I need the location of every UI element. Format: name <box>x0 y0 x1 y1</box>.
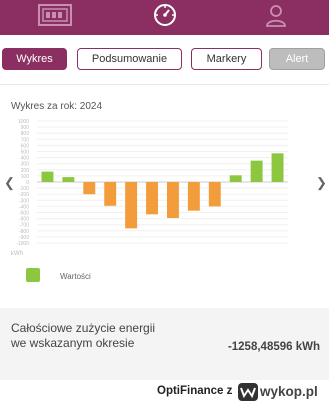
chart-bar <box>125 182 138 229</box>
bar-chart: 10009008007006005004003002001000-100-200… <box>11 119 288 282</box>
legend-label: Wartości <box>60 272 91 281</box>
y-tick-label: 900 <box>21 125 30 131</box>
y-tick-label: -600 <box>19 217 29 223</box>
y-tick-label: -500 <box>19 211 29 217</box>
chart-bar <box>166 182 179 218</box>
y-tick-label: 1000 <box>18 119 29 125</box>
view-tabs: Wykres Podsumowanie Markery Alert <box>0 48 329 72</box>
y-tick-label: -100 <box>19 186 29 192</box>
chart-bar <box>208 182 221 207</box>
tab-podsumowanie[interactable]: Podsumowanie <box>77 48 182 70</box>
y-tick-label: -700 <box>19 223 29 229</box>
y-tick-label: -400 <box>19 204 29 210</box>
y-tick-label: -1000 <box>16 241 29 247</box>
chart-bar <box>250 160 263 182</box>
y-tick-label: -300 <box>19 198 29 204</box>
y-tick-label: 100 <box>21 174 30 180</box>
y-tick-label: -900 <box>19 235 29 241</box>
user-profile-icon[interactable] <box>265 4 287 33</box>
chart-bar <box>62 177 75 182</box>
chart-bar <box>229 175 242 182</box>
speedometer-icon[interactable] <box>153 3 177 32</box>
dashboard-display-icon[interactable] <box>38 4 72 31</box>
tab-markery[interactable]: Markery <box>191 48 262 70</box>
y-tick-label: 700 <box>21 137 30 143</box>
tab-alert[interactable]: Alert <box>269 48 325 70</box>
y-tick-label: 300 <box>21 162 30 168</box>
chart-bar <box>187 182 200 211</box>
y-tick-label: -200 <box>19 192 29 198</box>
summary-label: Całościowe zużycie energii we wskazanym … <box>11 321 156 350</box>
y-tick-label: 800 <box>21 131 30 137</box>
chart-bar <box>146 182 159 215</box>
y-tick-label: 200 <box>21 168 30 174</box>
y-tick-label: 0 <box>26 180 29 186</box>
chart-bar <box>41 171 54 182</box>
y-tick-label: 400 <box>21 156 30 162</box>
summary-value: -1258,48596 kWh <box>227 341 320 353</box>
chart-bar <box>271 153 284 182</box>
tab-wykres[interactable]: Wykres <box>2 48 67 70</box>
watermark-text: wykop.pl <box>260 384 318 399</box>
chart-bar <box>83 182 96 195</box>
footer-text: OptiFinance z <box>157 385 233 397</box>
top-navigation-bar <box>0 0 329 35</box>
y-tick-label: 600 <box>21 143 30 149</box>
y-tick-label: -800 <box>19 229 29 235</box>
y-axis-label: kWh <box>11 251 23 257</box>
legend-swatch <box>26 268 40 282</box>
chart-bar <box>104 182 117 206</box>
y-tick-label: 500 <box>21 150 30 156</box>
